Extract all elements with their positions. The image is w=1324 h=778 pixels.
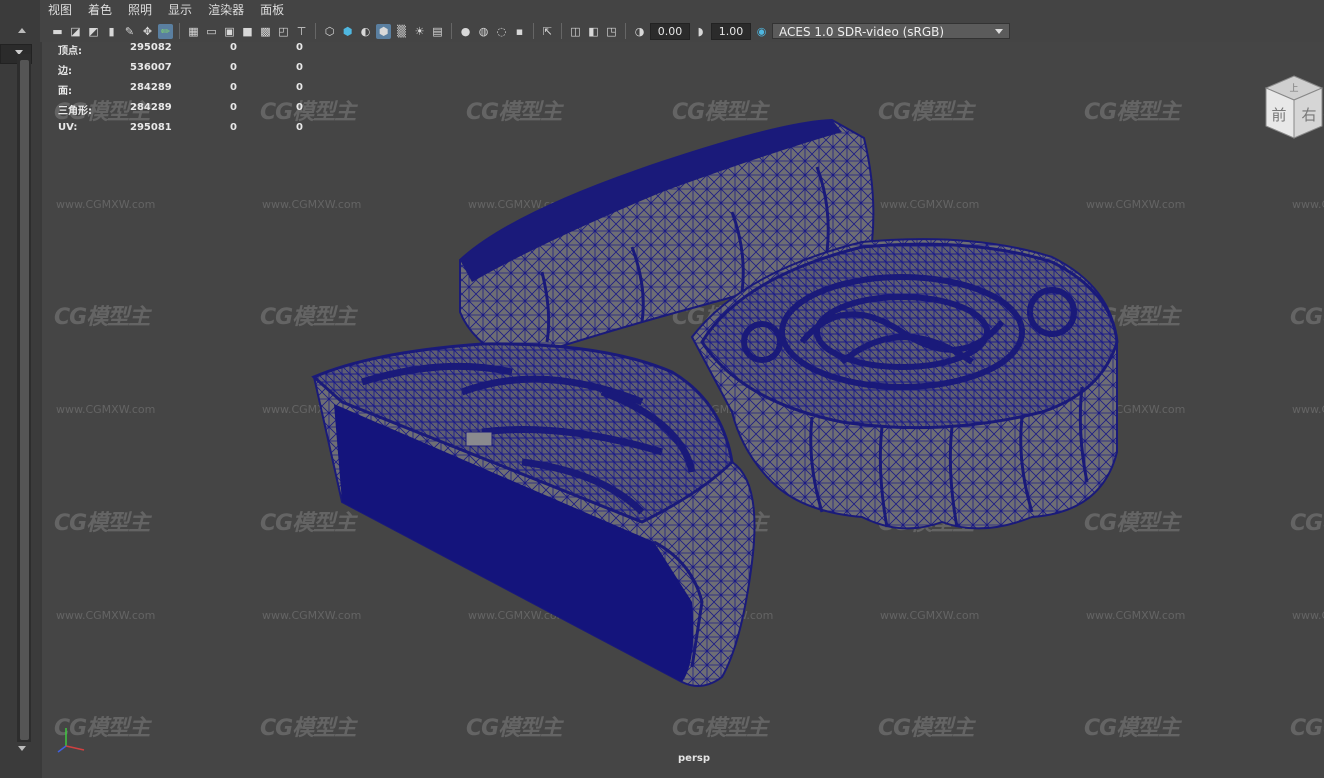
hud-value: 0: [296, 102, 303, 113]
colorspace-value: ACES 1.0 SDR-video (sRGB): [779, 25, 945, 39]
viewcube-front-label: 前: [1271, 106, 1286, 124]
resolution-gate-icon[interactable]: ▣: [222, 24, 237, 39]
scroll-up-icon[interactable]: [18, 28, 26, 33]
hud-value: 0: [296, 82, 303, 93]
anti-alias-icon[interactable]: ▪: [512, 24, 527, 39]
panel-toolbar: ▬ ◪ ◩ ▮ ✎ ✥ ✏ ▦ ▭ ▣ ■ ▩ ◰ ⊤ ⬡ ⬢ ◐ ⬢ ▒ ☀ …: [40, 20, 1324, 42]
z-axis-line: [57, 745, 67, 753]
camera-attr-icon[interactable]: ◪: [68, 24, 83, 39]
hud-value: 0: [230, 42, 237, 53]
menu-shading[interactable]: 着色: [80, 0, 120, 20]
color-management-icon[interactable]: ◉: [754, 24, 769, 39]
hud-row-uvs: UV: 295081 0 0: [58, 122, 338, 142]
screen-ambient-occlusion-icon[interactable]: ◍: [476, 24, 491, 39]
isolate-select-icon[interactable]: ⇱: [540, 24, 555, 39]
bookmark-icon[interactable]: ▮: [104, 24, 119, 39]
mooncake-half[interactable]: [311, 342, 756, 687]
backface-culling-icon[interactable]: ◳: [604, 24, 619, 39]
poly-count-hud: 顶点: 295082 0 0 边: 536007 0 0 面: 284289 0…: [58, 42, 338, 142]
xray-joints-icon[interactable]: ◧: [586, 24, 601, 39]
gate-mask-icon[interactable]: ■: [240, 24, 255, 39]
mooncake-scene[interactable]: [42, 42, 1324, 778]
hud-value: 284289: [130, 82, 172, 93]
hud-value: 0: [230, 122, 237, 133]
viewcube-right-label: 右: [1301, 106, 1316, 124]
image-plane-icon[interactable]: ✎: [122, 24, 137, 39]
hud-label: UV:: [58, 122, 78, 133]
hud-value: 0: [296, 62, 303, 73]
toolbar-separator: [179, 23, 180, 39]
menu-view[interactable]: 视图: [40, 0, 80, 20]
exposure-icon[interactable]: ◑: [632, 24, 647, 39]
toolbar-separator: [451, 23, 452, 39]
hud-label: 边:: [58, 66, 72, 77]
toolbar-separator: [533, 23, 534, 39]
wireframe-icon[interactable]: ⬡: [322, 24, 337, 39]
hud-value: 0: [230, 82, 237, 93]
menu-lighting[interactable]: 照明: [120, 0, 160, 20]
wireframe-on-shaded-icon[interactable]: ⬢: [376, 23, 391, 39]
mooncake-whole[interactable]: [690, 238, 1119, 530]
gamma-field[interactable]: 1.00: [711, 22, 751, 40]
2d-pan-icon[interactable]: ✥: [140, 24, 155, 39]
film-gate-icon[interactable]: ▭: [204, 24, 219, 39]
motion-blur-icon[interactable]: ◌: [494, 24, 509, 39]
textured-icon[interactable]: ▤: [430, 24, 445, 39]
hud-label: 面:: [58, 86, 72, 97]
view-cube[interactable]: 上 前 右: [1264, 72, 1324, 142]
scroll-down-icon[interactable]: [18, 746, 26, 751]
hud-value: 0: [230, 62, 237, 73]
hud-row-triangles: 三角形: 284289 0 0: [58, 102, 338, 122]
menu-show[interactable]: 显示: [160, 0, 200, 20]
menu-panels[interactable]: 面板: [252, 0, 292, 20]
colorspace-select[interactable]: ACES 1.0 SDR-video (sRGB): [772, 23, 1010, 39]
use-all-lights-icon[interactable]: ☀: [412, 24, 427, 39]
hud-row-vertices: 顶点: 295082 0 0: [58, 42, 338, 62]
x-axis-line: [65, 745, 85, 751]
hud-value: 295081: [130, 122, 172, 133]
camera-name-label: persp: [678, 753, 710, 764]
hud-value: 0: [296, 42, 303, 53]
panel-menu-bar: 视图 着色 照明 显示 渲染器 面板: [40, 0, 1324, 20]
exposure-field[interactable]: 0.00: [650, 22, 690, 40]
xray-active-icon[interactable]: ◫: [568, 24, 583, 39]
chevron-down-icon[interactable]: [995, 29, 1003, 34]
gamma-icon[interactable]: ◗: [693, 24, 708, 39]
hud-row-faces: 面: 284289 0 0: [58, 82, 338, 102]
hud-label: 顶点:: [58, 46, 82, 57]
camera-lock-icon[interactable]: ◩: [86, 24, 101, 39]
hud-value: 284289: [130, 102, 172, 113]
hud-value: 0: [230, 102, 237, 113]
toolbar-separator: [561, 23, 562, 39]
safe-action-icon[interactable]: ◰: [276, 24, 291, 39]
scrollbar-thumb[interactable]: [20, 60, 29, 740]
hud-label: 三角形:: [58, 106, 92, 117]
hud-row-edges: 边: 536007 0 0: [58, 62, 338, 82]
toolbar-separator: [315, 23, 316, 39]
field-chart-icon[interactable]: ▩: [258, 24, 273, 39]
shadows-icon[interactable]: ●: [458, 24, 473, 39]
viewcube-top-label: 上: [1289, 83, 1298, 94]
camera-icon[interactable]: ▬: [50, 24, 65, 39]
menu-renderer[interactable]: 渲染器: [200, 0, 252, 20]
default-material-icon[interactable]: ◐: [358, 24, 373, 39]
hud-value: 536007: [130, 62, 172, 73]
axis-gizmo: [57, 728, 85, 753]
grease-pencil-icon[interactable]: ✏: [158, 23, 173, 39]
hud-value: 0: [296, 122, 303, 133]
safe-title-icon[interactable]: ⊤: [294, 24, 309, 39]
maya-window: 视图 着色 照明 显示 渲染器 面板 ▬ ◪ ◩ ▮ ✎ ✥ ✏ ▦ ▭ ▣ ■…: [0, 0, 1324, 778]
grid-icon[interactable]: ▦: [186, 24, 201, 39]
toolbar-separator: [625, 23, 626, 39]
xray-icon[interactable]: ▒: [394, 24, 409, 39]
left-panel: [0, 0, 40, 778]
smooth-shade-icon[interactable]: ⬢: [340, 24, 355, 39]
3d-viewport[interactable]: CG模型主 www.CGMXW.com CG模型主 www.CGMXW.com CG模型…: [40, 42, 1324, 778]
hud-value: 295082: [130, 42, 172, 53]
